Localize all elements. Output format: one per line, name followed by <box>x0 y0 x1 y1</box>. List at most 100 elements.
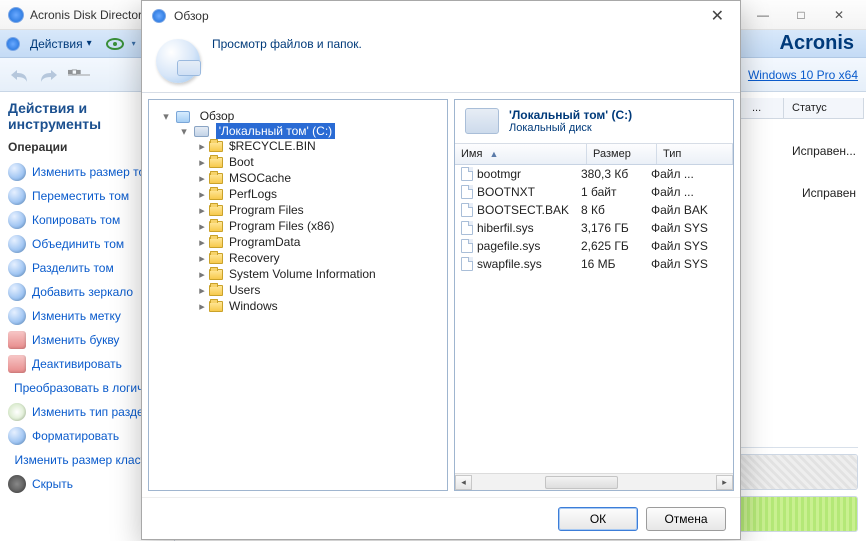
chevron-down-icon: ▾ <box>132 39 136 48</box>
folder-icon <box>209 269 223 280</box>
file-name: hiberfil.sys <box>477 221 581 235</box>
ok-button[interactable]: ОК <box>558 507 638 531</box>
col-name[interactable]: Имя ▲ <box>455 144 587 164</box>
dialog-header: Просмотр файлов и папок. <box>142 31 740 93</box>
menu-logo-icon <box>6 37 20 51</box>
operation-icon <box>8 163 26 181</box>
tree-folder-label[interactable]: MSOCache <box>226 170 294 186</box>
tree-folder-label[interactable]: Program Files (x86) <box>226 218 337 234</box>
tree-folder-label[interactable]: PerfLogs <box>226 186 280 202</box>
menu-actions[interactable]: Действия ▾ <box>24 34 98 54</box>
tree-folder-label[interactable]: Program Files <box>226 202 307 218</box>
tree-collapse-icon[interactable]: ▾ <box>161 110 173 123</box>
folder-icon <box>209 237 223 248</box>
file-type: Файл SYS <box>651 239 727 253</box>
file-row[interactable]: BOOTNXT1 байтФайл ... <box>455 183 733 201</box>
tree-folder-label[interactable]: Boot <box>226 154 257 170</box>
cancel-button[interactable]: Отмена <box>646 507 726 531</box>
tree-folder-label[interactable]: $RECYCLE.BIN <box>226 138 319 154</box>
tree-expand-icon[interactable]: ▸ <box>197 140 209 153</box>
commit-icon[interactable] <box>68 64 90 86</box>
sidebar-item-label: Копировать том <box>32 213 120 227</box>
scroll-track[interactable] <box>472 475 716 490</box>
file-row[interactable]: swapfile.sys16 МБФайл SYS <box>455 255 733 273</box>
file-name: pagefile.sys <box>477 239 581 253</box>
maximize-button[interactable]: □ <box>782 2 820 28</box>
tree-root-label[interactable]: Обзор <box>197 108 238 124</box>
window-close-button[interactable]: ✕ <box>820 2 858 28</box>
minimize-button[interactable]: — <box>744 2 782 28</box>
col-type[interactable]: Тип <box>657 144 733 164</box>
scroll-thumb[interactable] <box>545 476 618 489</box>
window-controls: — □ ✕ <box>744 2 858 28</box>
operation-icon <box>8 235 26 253</box>
tree-folder-label[interactable]: Windows <box>226 298 281 314</box>
tree-expand-icon[interactable]: ▸ <box>197 252 209 265</box>
menu-actions-label: Действия <box>30 37 83 51</box>
file-row[interactable]: hiberfil.sys3,176 ГБФайл SYS <box>455 219 733 237</box>
scroll-right-button[interactable]: ▸ <box>716 475 733 490</box>
file-icon <box>461 185 473 199</box>
operation-icon <box>8 211 26 229</box>
dialog-body: ▾ Обзор ▾ 'Локальный том' (C:) ▸ $RECYCLE… <box>142 93 740 497</box>
tree-expand-icon[interactable]: ▸ <box>197 172 209 185</box>
tree-pane: ▾ Обзор ▾ 'Локальный том' (C:) ▸ $RECYCLE… <box>148 99 448 491</box>
scroll-left-button[interactable]: ◂ <box>455 475 472 490</box>
task-link[interactable]: Windows 10 Pro x64 <box>748 68 858 82</box>
operation-icon <box>8 283 26 301</box>
tree-expand-icon[interactable]: ▸ <box>197 236 209 249</box>
redo-icon[interactable] <box>38 64 60 86</box>
tree-folder-label[interactable]: Recovery <box>226 250 283 266</box>
folder-icon <box>209 301 223 312</box>
operation-icon <box>8 355 26 373</box>
tree-expand-icon[interactable]: ▸ <box>197 156 209 169</box>
undo-icon[interactable] <box>8 64 30 86</box>
dialog-close-button[interactable]: ✕ <box>705 4 730 28</box>
volume-name: 'Локальный том' (C:) <box>509 108 725 122</box>
tree-folder-label[interactable]: Users <box>226 282 263 298</box>
eye-icon <box>106 38 124 50</box>
grid-col-more[interactable]: ... <box>744 98 784 118</box>
dialog-icon <box>152 9 166 23</box>
tree-expand-icon[interactable]: ▸ <box>197 284 209 297</box>
dialog-headline: Просмотр файлов и папок. <box>212 37 724 51</box>
sidebar-item-label: Деактивировать <box>32 357 122 371</box>
col-size[interactable]: Размер <box>587 144 657 164</box>
tree-collapse-icon[interactable]: ▾ <box>179 125 191 138</box>
grid-col-status[interactable]: Статус <box>784 98 864 118</box>
file-name: BOOTNXT <box>477 185 581 199</box>
menu-view[interactable]: ▾ <box>102 38 140 50</box>
file-size: 16 МБ <box>581 257 651 271</box>
col-name-label: Имя <box>461 148 482 160</box>
file-row[interactable]: pagefile.sys2,625 ГБФайл SYS <box>455 237 733 255</box>
status-badge: Исправен... <box>784 144 864 158</box>
tree-folder-label[interactable]: System Volume Information <box>226 266 379 282</box>
tree-expand-icon[interactable]: ▸ <box>197 204 209 217</box>
folder-tree[interactable]: ▾ Обзор ▾ 'Локальный том' (C:) ▸ $RECYCLE… <box>153 104 443 320</box>
tree-expand-icon[interactable]: ▸ <box>197 268 209 281</box>
tree-expand-icon[interactable]: ▸ <box>197 188 209 201</box>
horizontal-scrollbar[interactable]: ◂ ▸ <box>455 473 733 490</box>
tree-volume-label[interactable]: 'Локальный том' (C:) <box>216 123 335 139</box>
file-icon <box>461 203 473 217</box>
operation-icon <box>8 475 26 493</box>
folder-icon <box>209 189 223 200</box>
file-icon <box>461 239 473 253</box>
operation-icon <box>8 427 26 445</box>
file-list-header: Имя ▲ Размер Тип <box>455 144 733 165</box>
sidebar-item-label: Разделить том <box>32 261 114 275</box>
file-list[interactable]: bootmgr380,3 КбФайл ...BOOTNXT1 байтФайл… <box>455 165 733 473</box>
file-name: BOOTSECT.BAK <box>477 203 581 217</box>
folder-icon <box>209 173 223 184</box>
magnifier-disk-icon <box>156 39 200 83</box>
file-size: 8 Кб <box>581 203 651 217</box>
tree-expand-icon[interactable]: ▸ <box>197 300 209 313</box>
file-row[interactable]: BOOTSECT.BAK8 КбФайл BAK <box>455 201 733 219</box>
file-row[interactable]: bootmgr380,3 КбФайл ... <box>455 165 733 183</box>
operation-icon <box>8 403 26 421</box>
tree-folder-label[interactable]: ProgramData <box>226 234 303 250</box>
volume-header: 'Локальный том' (C:) Локальный диск <box>455 100 733 144</box>
file-size: 3,176 ГБ <box>581 221 651 235</box>
dialog-titlebar: Обзор ✕ <box>142 1 740 31</box>
tree-expand-icon[interactable]: ▸ <box>197 220 209 233</box>
